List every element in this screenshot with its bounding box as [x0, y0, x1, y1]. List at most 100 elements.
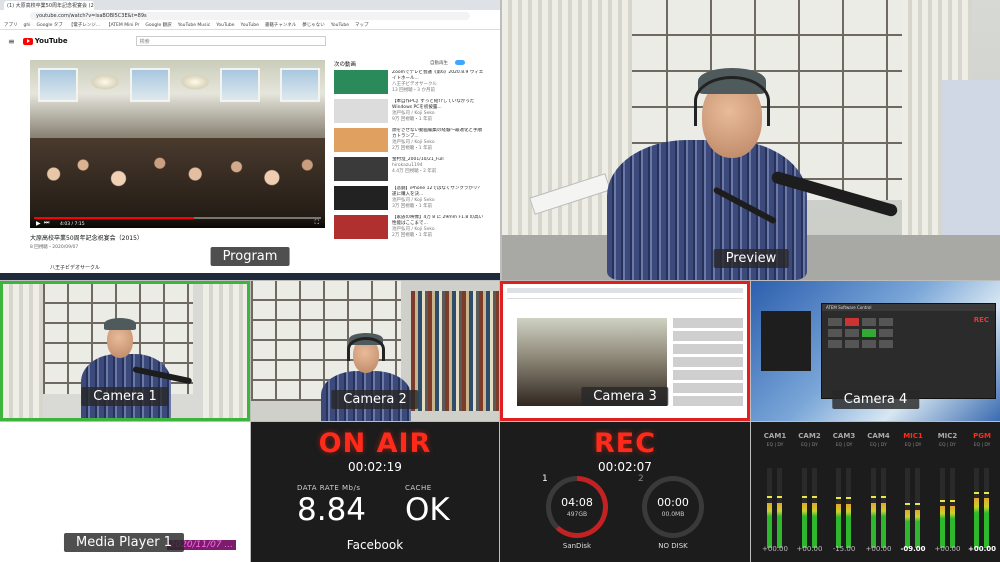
- camera-3-view[interactable]: Camera 3: [500, 281, 750, 421]
- bookmark-item[interactable]: 書籍チャンネル: [265, 22, 296, 28]
- bookmark-item[interactable]: YouTube: [331, 23, 349, 28]
- program-label: Program: [210, 247, 290, 266]
- bookmark-item[interactable]: アプリ: [4, 22, 18, 28]
- youtube-logo[interactable]: YouTube: [22, 37, 68, 45]
- up-next-video[interactable]: 金村澄_2001/10/21_Full hirokazu1194 4.4万 回視聴・…: [334, 157, 484, 183]
- up-next-video[interactable]: 【悲劇】iPhone 12ではなくサンクラがリ？遂に購入を決... 池戸弘司 / …: [334, 186, 484, 212]
- channel-eq: EQ | DY: [904, 443, 922, 448]
- bookmark-item[interactable]: 【電子レンジ...: [69, 22, 100, 28]
- bookmark-item[interactable]: YouTube: [241, 23, 259, 28]
- autoplay-toggle[interactable]: [455, 60, 465, 65]
- camera-label: Camera 2: [331, 390, 419, 409]
- level-peak: [767, 496, 772, 499]
- rec-title: REC: [593, 428, 657, 459]
- level-meter: [777, 468, 782, 548]
- level-peak: [777, 496, 782, 499]
- bookmark-item[interactable]: Google タブ: [36, 22, 62, 28]
- windows-taskbar: [0, 273, 500, 280]
- video-thumbnail[interactable]: [334, 186, 388, 210]
- drive-2-name: NO DISK: [658, 542, 688, 550]
- bookshelf: [411, 291, 499, 411]
- video-info: 金村澄_2001/10/21_Full hirokazu1194 4.4万 回視聴・…: [392, 157, 444, 183]
- url-field[interactable]: youtube.com/watch?v=isaBOBI5C3E&t=89s: [30, 11, 470, 20]
- video-title[interactable]: 【家族の映像】4万 8 に 29mm F1.8 の高い性能はここまで...: [392, 215, 484, 227]
- bookmark-item[interactable]: YouTube: [216, 23, 234, 28]
- channel-name: CAM4: [867, 432, 890, 440]
- fullscreen-icon[interactable]: ⛶: [315, 219, 319, 227]
- video-thumbnail[interactable]: [334, 215, 388, 239]
- drive-2-size: 00.0MB: [661, 511, 685, 518]
- video-title[interactable]: Zoomでテレビ会議《第6》2020.8.9 ウィエイトホール...: [392, 70, 484, 82]
- audio-channel-pgm[interactable]: PGM EQ | DY +00.00: [964, 432, 1000, 553]
- audio-channel-cam1[interactable]: CAM1 EQ | DY +00.00: [757, 432, 793, 553]
- level-meter: [984, 468, 989, 548]
- level-meter: [949, 468, 955, 548]
- channel-eq: EQ | DY: [835, 443, 853, 448]
- person-cap: [104, 318, 136, 330]
- next-icon[interactable]: ⏭: [44, 219, 49, 227]
- window-glass: [220, 68, 260, 102]
- youtube-video-player[interactable]: ▶ ⏭ 4:03 / 7:15 ⛶: [30, 60, 325, 228]
- camera-4-view[interactable]: ATEM Software Control REC Camera 4: [751, 281, 1000, 421]
- camera-2-view[interactable]: Camera 2: [251, 281, 499, 421]
- audio-channel-cam2[interactable]: CAM2 EQ | DY +00.00: [792, 432, 828, 553]
- browser-tabbar: (1) 大原高校卒業50周年記念祝宴会 (2015...: [0, 0, 500, 10]
- level-fill: [811, 503, 817, 548]
- channel-name[interactable]: 八王子ビデオサークル: [50, 264, 100, 271]
- bookmark-item[interactable]: 夢じゃない: [302, 22, 325, 28]
- video-thumbnail[interactable]: [334, 157, 388, 181]
- up-next-video[interactable]: 【本自作PC】ずっと紹介していなかったWindows PCを初披露... 池戸弘司…: [334, 99, 484, 125]
- recording-status: REC 00:02:07 1 04:08 497GB SanDisk 2 00:…: [500, 422, 750, 562]
- audio-channel-cam4[interactable]: CAM4 EQ | DY +00.00: [861, 432, 897, 553]
- program-view[interactable]: (1) 大原高校卒業50周年記念祝宴会 (2015... youtube.com…: [0, 0, 500, 280]
- atem-button-grid: [828, 318, 893, 348]
- play-icon[interactable]: ▶: [36, 220, 41, 227]
- audio-channel-mic2[interactable]: MIC2 EQ | DY +00.00: [930, 432, 966, 553]
- bookmark-item[interactable]: マップ: [355, 22, 369, 28]
- up-next-list: [673, 318, 743, 408]
- video-thumbnail[interactable]: [334, 128, 388, 152]
- bookmark-item[interactable]: YouTube Music: [178, 23, 211, 28]
- bookmark-item[interactable]: Google 翻訳: [145, 22, 171, 28]
- level-fill: [939, 506, 945, 548]
- level-peak: [801, 496, 807, 499]
- bookmark-item[interactable]: ghi: [24, 23, 31, 28]
- video-thumbnail[interactable]: [334, 99, 388, 123]
- level-peak: [846, 497, 851, 500]
- hamburger-menu-icon[interactable]: ≡: [8, 37, 15, 46]
- camera-1-view[interactable]: Camera 1: [0, 281, 250, 421]
- audio-channel-mic1[interactable]: MIC1 EQ | DY -09.00: [895, 432, 931, 553]
- channel-name: MIC1: [903, 432, 923, 440]
- up-next-video[interactable]: 【家族の映像】4万 8 に 29mm F1.8 の高い性能はここまで... 池戸弘…: [334, 215, 484, 241]
- up-next-heading: 次の動画: [334, 62, 357, 68]
- level-meter: [767, 468, 772, 548]
- video-title[interactable]: 【悲劇】iPhone 12ではなくサンクラがリ？遂に購入を決...: [392, 186, 484, 198]
- channel-eq: EQ | DY: [973, 443, 991, 448]
- browser-tab[interactable]: (1) 大原高校卒業50周年記念祝宴会 (2015...: [4, 0, 94, 10]
- level-meter: [939, 468, 945, 548]
- audio-channel-cam3[interactable]: CAM3 EQ | DY -15.00: [826, 432, 862, 553]
- bookmarks-bar: アプリ ghi Google タブ 【電子レンジ... 【ATEM Mini Pr Goo…: [0, 21, 500, 30]
- bookmark-item[interactable]: 【ATEM Mini Pr: [106, 22, 139, 28]
- channel-name: CAM2: [798, 432, 821, 440]
- up-next-video[interactable]: Zoomでテレビ会議《第6》2020.8.9 ウィエイトホール... 八王子ビデオ…: [334, 70, 484, 96]
- media-player-view[interactable]: 2020/11/07 ... Media Player 1: [0, 422, 250, 562]
- video-title[interactable]: 【本自作PC】ずっと紹介していなかったWindows PCを初披露...: [392, 99, 484, 111]
- data-rate-value: 8.84: [297, 492, 367, 528]
- atem-rec-indicator: REC: [973, 316, 989, 324]
- seek-bar[interactable]: [34, 217, 321, 219]
- video-controls: ▶ ⏭ 4:03 / 7:15 ⛶: [30, 216, 325, 228]
- chandelier: [180, 74, 210, 90]
- curtain-right: [203, 284, 247, 418]
- channel-gain: -15.00: [832, 545, 856, 553]
- level-meter: [836, 468, 841, 548]
- level-fill: [905, 509, 910, 548]
- browser-address-bar: [507, 293, 743, 299]
- video-title[interactable]: 顔をさせない動画編集の経験〜最適化と手順カトランプ...: [392, 128, 484, 140]
- search-input[interactable]: 検索: [135, 36, 326, 46]
- data-rate-label: DATA RATE Mb/s: [297, 484, 361, 492]
- window-glass: [130, 68, 170, 102]
- video-thumbnail[interactable]: [334, 70, 388, 94]
- up-next-video[interactable]: 顔をさせない動画編集の経験〜最適化と手順カトランプ... 池戸弘司 / Koji …: [334, 128, 484, 154]
- preview-view[interactable]: Preview: [502, 0, 1000, 280]
